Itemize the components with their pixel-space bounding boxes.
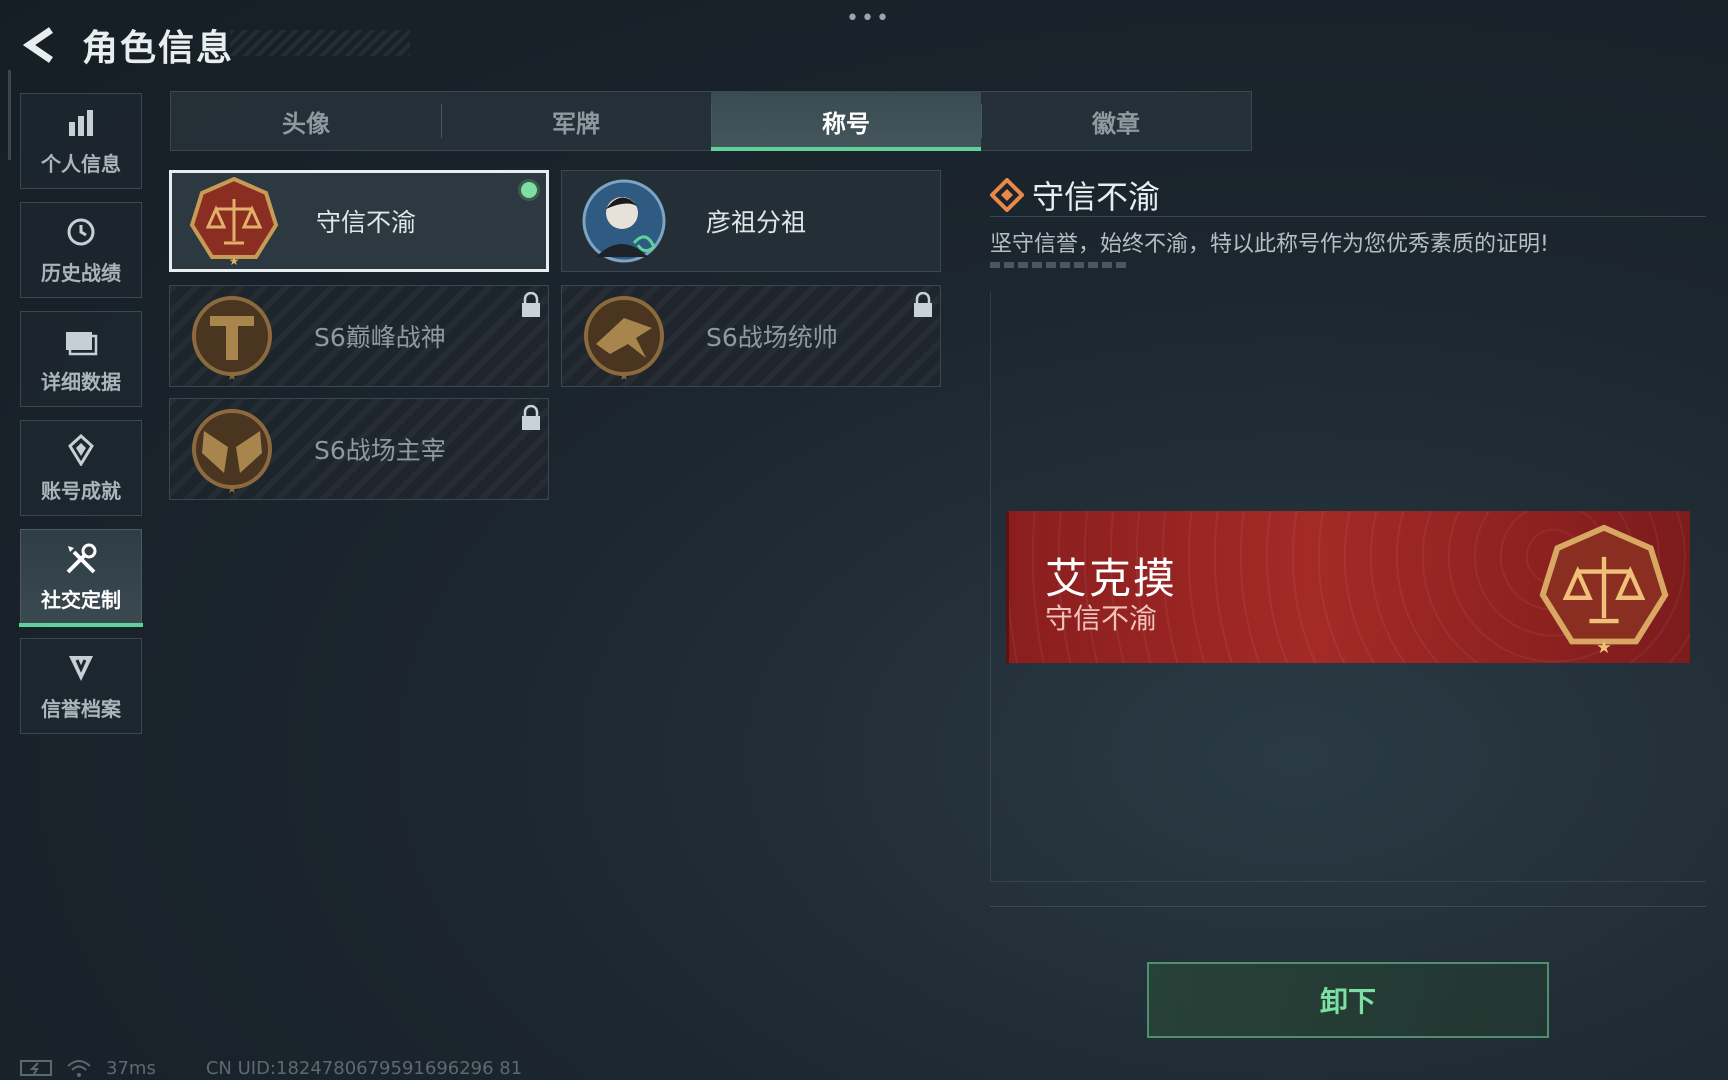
svg-text:★: ★ <box>229 254 240 268</box>
unequip-button[interactable]: 卸下 <box>1147 962 1549 1038</box>
page-title: 角色信息 <box>82 28 235 69</box>
player-title: 守信不渝 <box>1045 602 1158 635</box>
sidebar-item-credit-record[interactable]: 信誉档案 <box>20 638 142 734</box>
history-icon <box>65 215 97 249</box>
tools-icon <box>64 542 98 576</box>
wings-badge-icon: ★ <box>192 409 272 496</box>
status-bar: 37ms CN UID:1824780679591696296 81 <box>20 1056 522 1080</box>
ping-text: 37ms <box>106 1057 156 1079</box>
title-preview-banner: 艾克摸 守信不渝 ★ <box>1006 511 1690 663</box>
svg-text:★: ★ <box>1596 638 1612 658</box>
title-name: S6战场统帅 <box>706 323 838 352</box>
sidebar-item-label: 历史战绩 <box>41 260 121 285</box>
t-crest-badge-icon: ★ <box>192 296 272 383</box>
tab-title[interactable]: 称号 <box>711 92 981 151</box>
sidebar-item-personal-info[interactable]: 个人信息 <box>20 93 142 189</box>
decorative-bar <box>990 262 1126 268</box>
sidebar-rail <box>8 70 11 160</box>
sidebar-item-detailed-data[interactable]: 详细数据 <box>20 311 142 407</box>
uid-text: CN UID:1824780679591696296 81 <box>205 1057 523 1079</box>
title-name: 彦祖分祖 <box>706 208 807 237</box>
sidebar-item-social-custom[interactable]: 社交定制 <box>19 529 143 627</box>
title-card-s6-dominator[interactable]: ★ S6战场主宰 <box>169 398 549 500</box>
svg-text:★: ★ <box>227 482 238 496</box>
back-arrow-icon[interactable] <box>22 23 58 67</box>
sidebar: 个人信息 历史战绩 详细数据 账号成就 社交定制 信誉档案 <box>19 93 144 747</box>
scales-badge-icon: ★ <box>189 176 279 268</box>
category-tabs: 头像 军牌 称号 徽章 <box>170 91 1252 151</box>
sidebar-item-label: 个人信息 <box>41 151 121 176</box>
title-card-s6-commander[interactable]: ★ S6战场统帅 <box>561 285 941 387</box>
title-card-s6-peak-god[interactable]: ★ S6巅峰战神 <box>169 285 549 387</box>
tab-badge[interactable]: 徽章 <box>981 92 1251 150</box>
more-options-icon[interactable]: ••• <box>846 6 891 31</box>
wifi-icon <box>67 1060 91 1077</box>
diamond-icon <box>990 178 1024 212</box>
sidebar-item-label: 社交定制 <box>41 587 121 612</box>
page-header: 角色信息 <box>22 20 234 70</box>
equipped-indicator <box>518 179 540 201</box>
scales-badge-icon: ★ <box>1539 524 1669 658</box>
sidebar-item-achievements[interactable]: 账号成就 <box>20 420 142 516</box>
lock-icon <box>522 405 540 430</box>
battery-icon <box>20 1060 52 1076</box>
credit-shield-icon <box>66 651 96 685</box>
title-name: 守信不渝 <box>316 208 417 237</box>
sidebar-item-label: 详细数据 <box>41 369 121 394</box>
title-name: S6战场主宰 <box>314 436 446 465</box>
detail-header: 守信不渝 <box>990 172 1160 218</box>
tab-avatar[interactable]: 头像 <box>171 92 441 150</box>
svg-text:★: ★ <box>227 369 238 383</box>
sidebar-item-history[interactable]: 历史战绩 <box>20 202 142 298</box>
tab-dog-tag[interactable]: 军牌 <box>441 92 711 150</box>
sidebar-item-label: 账号成就 <box>41 478 121 503</box>
bar-chart-icon <box>66 106 96 140</box>
achievement-icon <box>66 433 96 467</box>
jet-badge-icon: ★ <box>584 296 664 383</box>
divider <box>990 906 1706 907</box>
title-card-trustworthy[interactable]: ★ 守信不渝 <box>169 170 549 272</box>
svg-text:★: ★ <box>619 369 630 383</box>
title-card-yanzu[interactable]: 彦祖分祖 <box>561 170 941 272</box>
lock-icon <box>522 292 540 317</box>
title-decoration <box>230 30 410 56</box>
detail-description: 坚守信誉，始终不渝，特以此称号作为您优秀素质的证明! <box>990 232 1549 257</box>
title-name: S6巅峰战神 <box>314 323 446 352</box>
portrait-badge-icon <box>582 179 666 263</box>
sidebar-item-label: 信誉档案 <box>41 696 121 721</box>
lock-icon <box>914 292 932 317</box>
detail-title: 守信不渝 <box>1032 178 1161 216</box>
folder-icon <box>64 324 98 358</box>
divider <box>990 216 1706 217</box>
